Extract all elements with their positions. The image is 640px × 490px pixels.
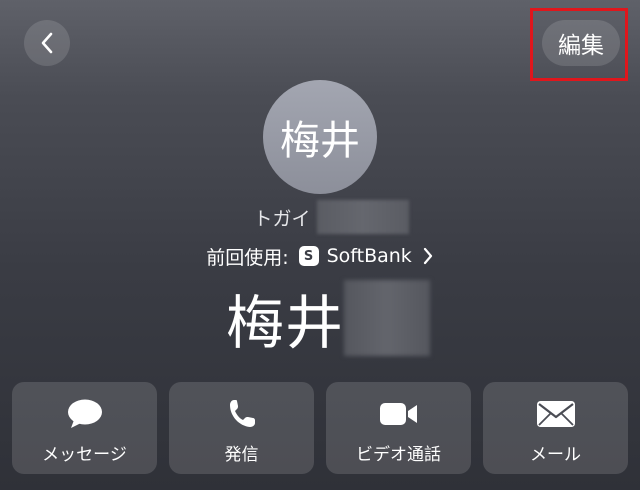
back-button[interactable] (24, 20, 70, 66)
redacted-name (344, 280, 430, 356)
call-button[interactable]: 発信 (169, 382, 314, 474)
last-used-label: 前回使用: (206, 246, 289, 269)
message-label: メッセージ (42, 445, 127, 465)
name-reading: トガイ (253, 207, 311, 230)
call-label: 発信 (224, 445, 259, 465)
video-call-button[interactable]: ビデオ通話 (326, 382, 471, 474)
contact-name: 梅井 (225, 289, 344, 357)
avatar-initials: 梅井 (280, 118, 360, 164)
chevron-right-icon (423, 247, 432, 265)
avatar[interactable]: 梅井 (263, 80, 377, 194)
message-button[interactable]: メッセージ (12, 382, 157, 474)
contact-name-row: 梅井 (0, 278, 640, 358)
sim-badge-icon: S (298, 246, 319, 266)
redacted-reading (316, 200, 409, 234)
mail-label: メール (530, 445, 581, 465)
quick-actions: メッセージ 発信 ビデオ通話 メール (12, 382, 628, 474)
last-used-row[interactable]: 前回使用: S SoftBank (0, 240, 640, 272)
video-call-label: ビデオ通話 (356, 445, 441, 465)
phone-icon (229, 400, 255, 427)
video-camera-icon (379, 403, 417, 425)
edit-button-highlight (530, 8, 628, 81)
name-reading-row: トガイ (0, 199, 640, 235)
envelope-icon (536, 401, 575, 427)
message-bubble-icon (67, 399, 102, 428)
chevron-left-icon (41, 32, 53, 54)
carrier-name: SoftBank (326, 245, 412, 267)
mail-button[interactable]: メール (483, 382, 628, 474)
